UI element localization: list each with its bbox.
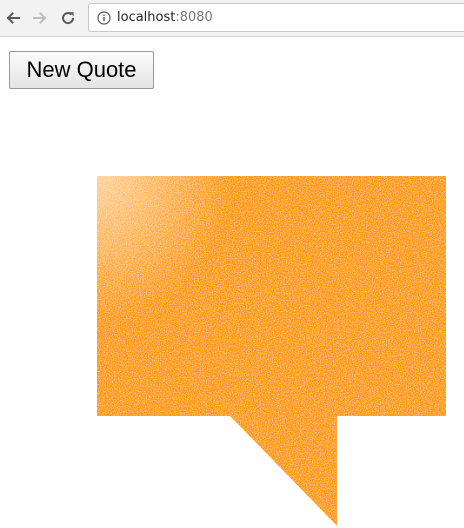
url-port: :8080 (175, 10, 213, 25)
forward-button[interactable] (29, 7, 51, 29)
reload-button[interactable] (57, 7, 79, 29)
url-host: localhost (117, 10, 176, 25)
new-quote-button[interactable]: New Quote (9, 51, 154, 89)
back-button[interactable] (2, 7, 24, 29)
browser-toolbar: localhost:8080 (0, 0, 464, 37)
info-icon[interactable] (97, 10, 111, 25)
arrow-left-icon (5, 10, 21, 26)
arrow-right-icon (32, 10, 48, 26)
speech-bubble-image (97, 176, 446, 526)
address-bar[interactable]: localhost:8080 (88, 3, 464, 32)
reload-icon (60, 10, 76, 26)
page-content: New Quote (0, 38, 464, 528)
url-text: localhost:8080 (117, 10, 213, 25)
